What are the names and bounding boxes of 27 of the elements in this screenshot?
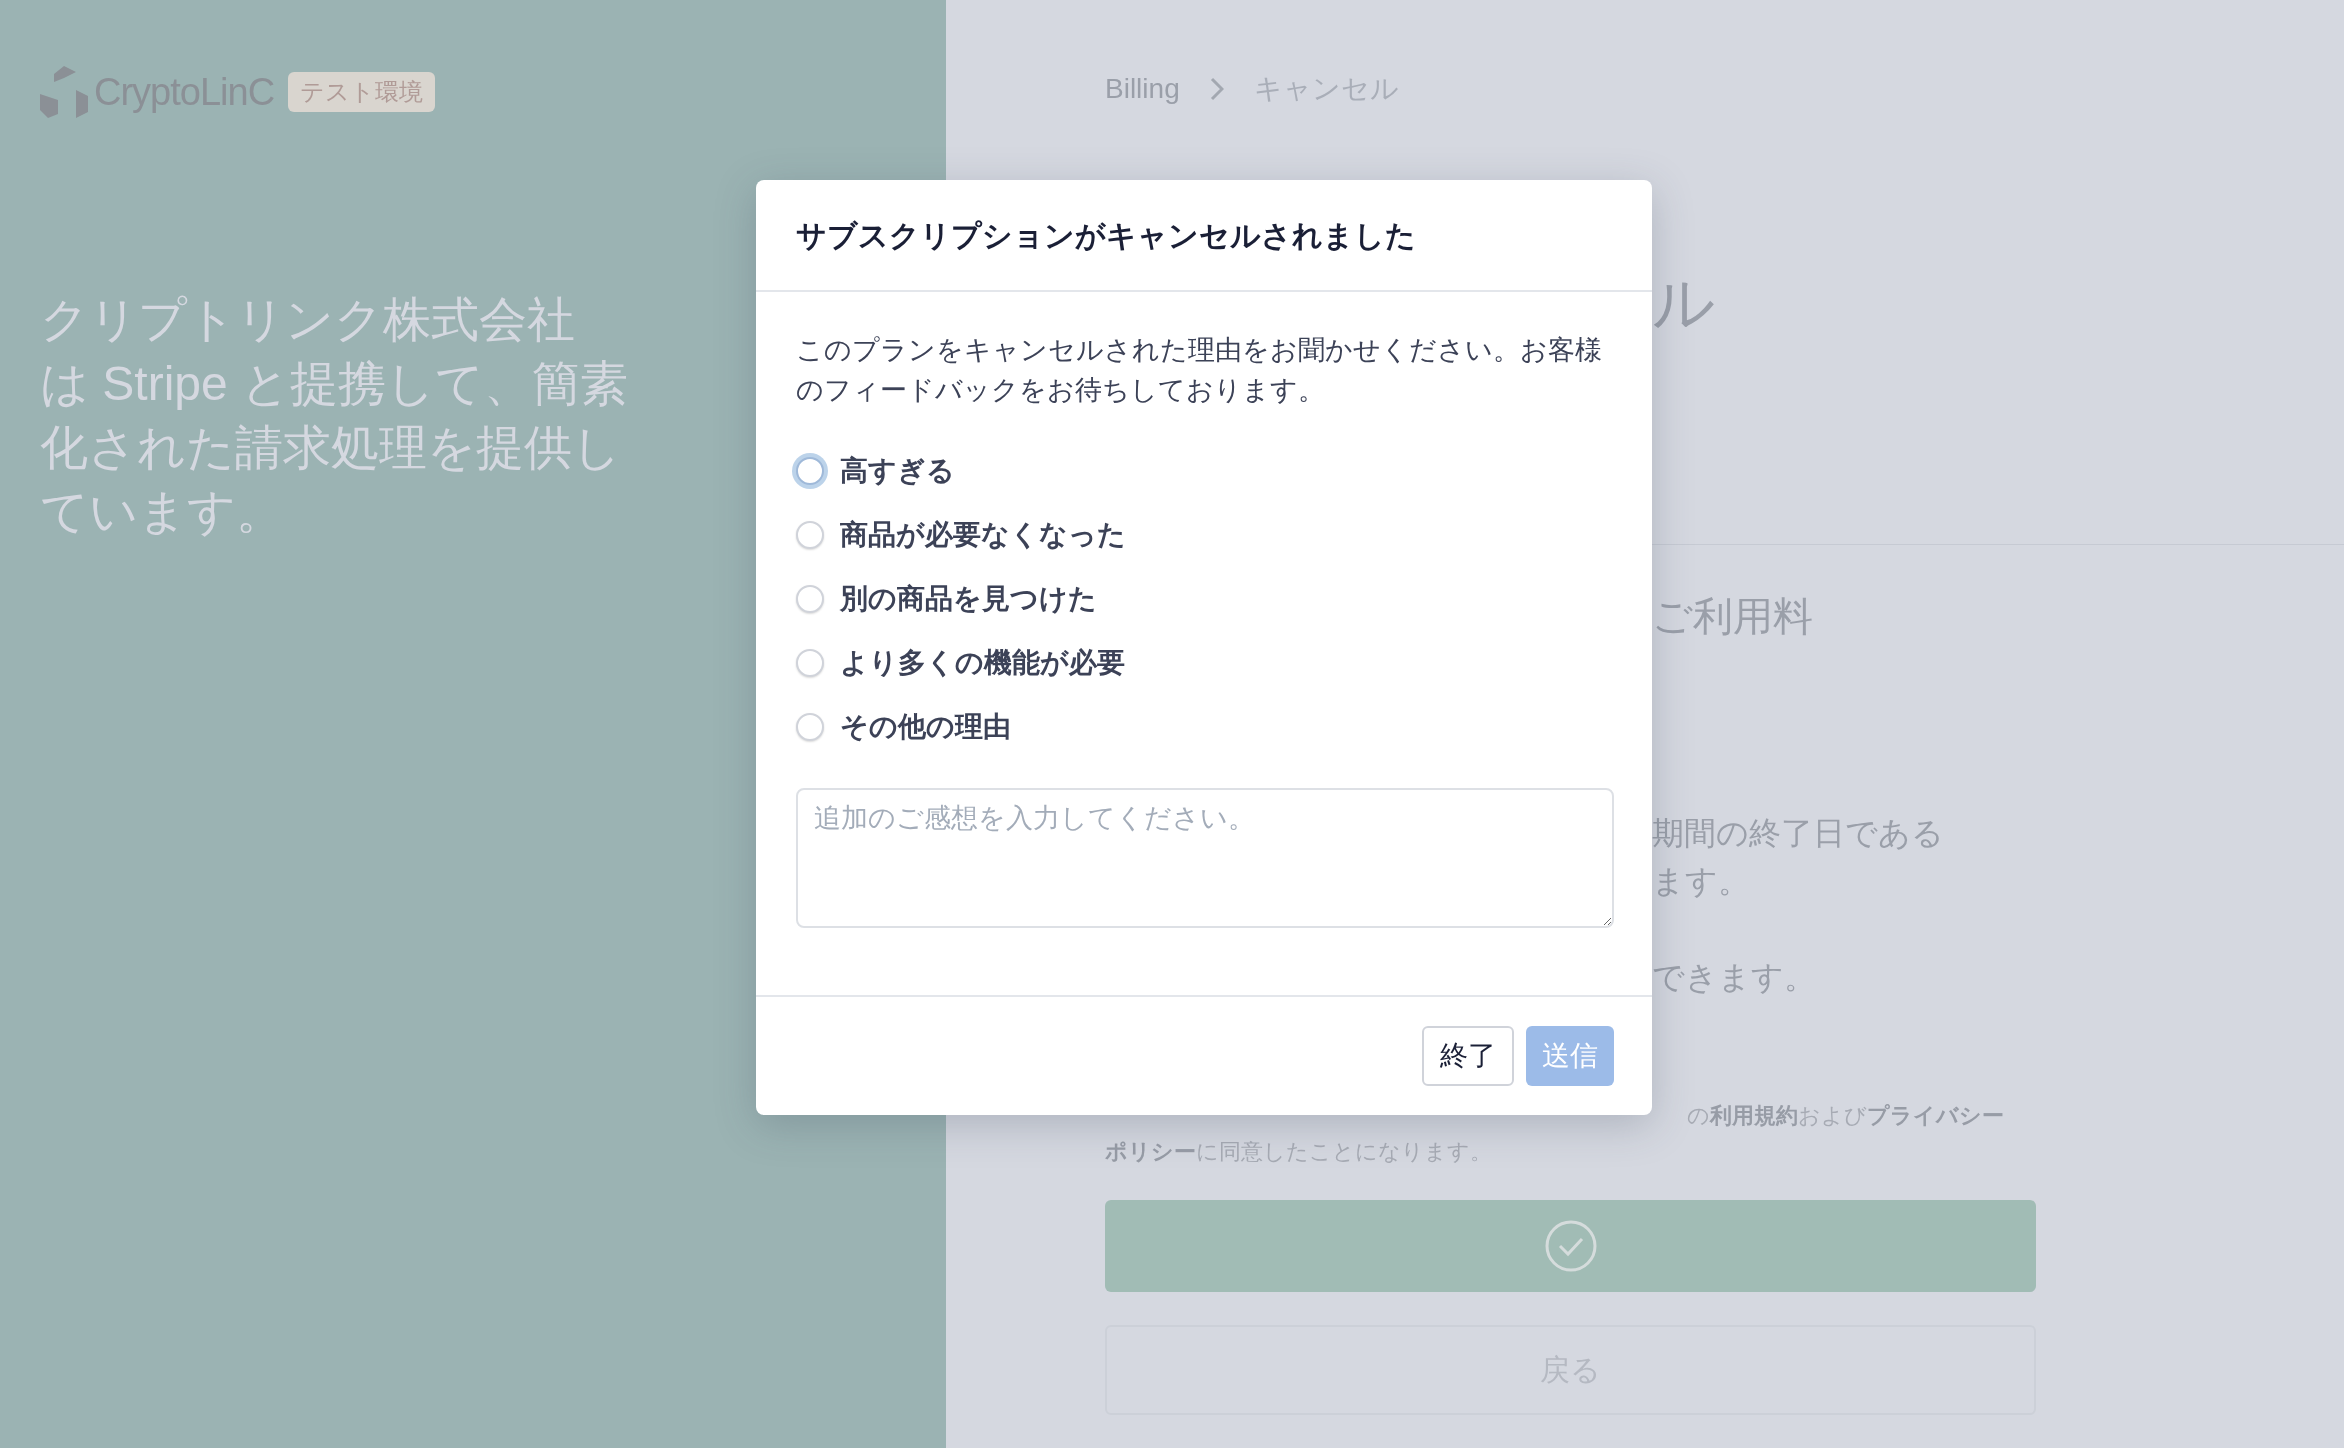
chevron-icon (1209, 77, 1224, 101)
check-circle-icon (1543, 1219, 1598, 1273)
dialog-message: このプランをキャンセルされた理由をお聞かせください。お客様のフィードバックをお待ちしております。 (796, 334, 1603, 407)
radio-label[interactable]: 商品が必要なくなった (840, 516, 1126, 554)
environment-badge: テスト環境 (288, 72, 436, 112)
section-heading: ご利用料 (1652, 594, 1813, 638)
page-heading: ル (1652, 268, 1715, 337)
notice-text: 期間の終了日である (1652, 815, 1944, 851)
radio-button[interactable] (796, 585, 824, 613)
radio-label[interactable]: その他の理由 (840, 708, 1011, 746)
tagline-line: は Stripe と提携して、簡素 (40, 356, 629, 412)
tagline-line: 化された請求処理を提供し (40, 420, 621, 476)
confirm-button[interactable] (1105, 1200, 2036, 1292)
radio-button[interactable] (796, 521, 824, 549)
notice-text: できます。 (1652, 959, 1816, 995)
tagline-line: クリプトリンク株式会社 (40, 292, 575, 348)
radio-button[interactable] (796, 649, 824, 677)
radio-button[interactable] (796, 713, 824, 741)
radio-label[interactable]: より多くの機能が必要 (840, 644, 1125, 682)
radio-label[interactable]: 別の商品を見つけた (840, 580, 1097, 618)
feedback-field[interactable]: 追加のご感想を入力してください。 (796, 788, 1614, 928)
tagline-line: ています。 (40, 484, 284, 540)
radio-label[interactable]: 高すぎる (840, 452, 955, 490)
logo-icon (40, 66, 88, 118)
notice-text: ます。 (1652, 863, 1750, 899)
dialog-title: サブスクリプションがキャンセルされました (796, 218, 1417, 254)
close-button[interactable]: 終了 (1422, 1026, 1514, 1086)
